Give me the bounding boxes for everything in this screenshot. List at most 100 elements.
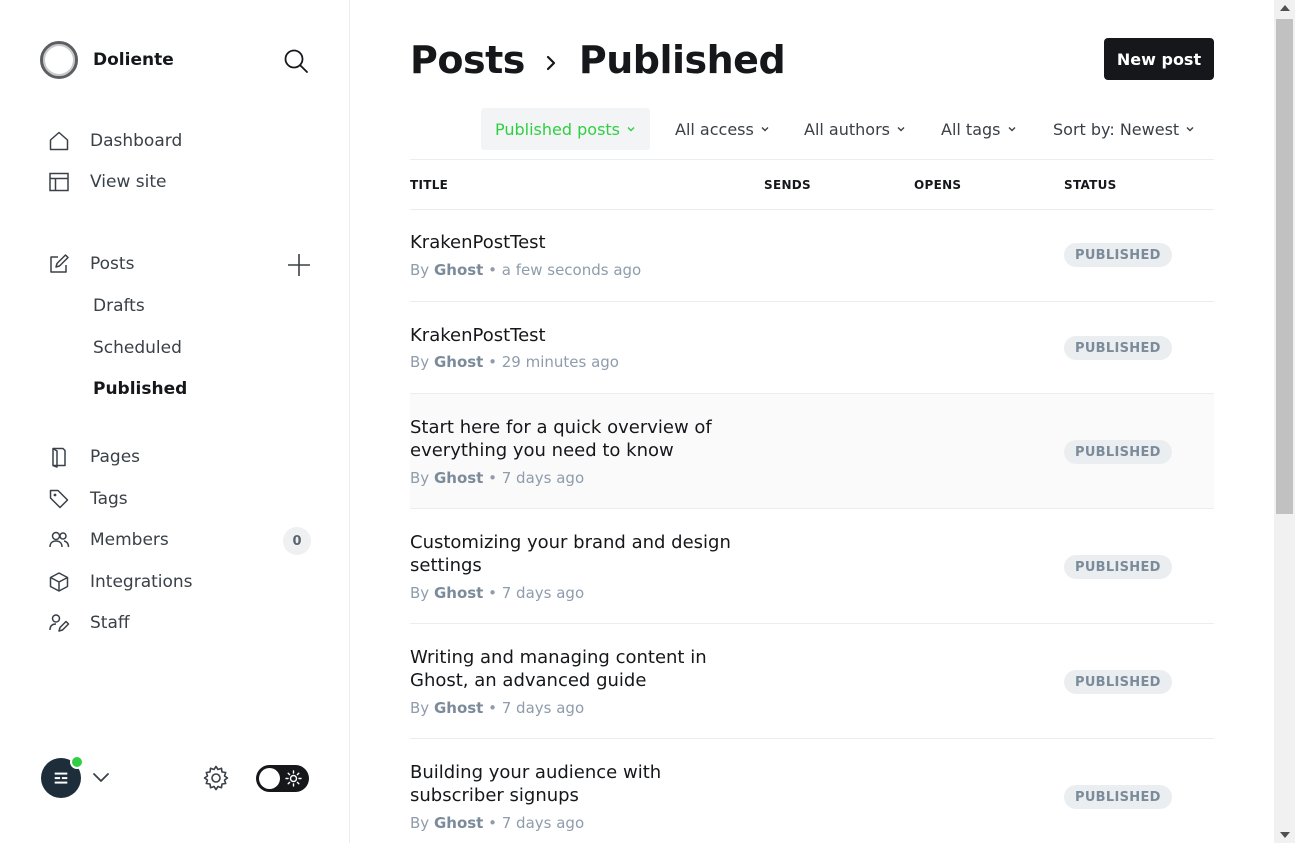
theme-toggle[interactable] [256,765,309,792]
column-header-opens: OPENS [914,178,962,192]
sun-icon [285,770,302,787]
post-author: Ghost [433,261,484,279]
sidebar: Doliente Dashboard View site Posts Draft… [0,0,350,843]
sidebar-item-dashboard[interactable]: Dashboard [46,126,182,156]
filter-label: All tags [941,119,1001,139]
page-title: Posts Published [410,38,786,82]
tag-icon [46,486,72,512]
post-title: Customizing your brand and design settin… [410,532,731,576]
status-badge: PUBLISHED [1064,785,1172,809]
table-row[interactable]: KrakenPostTest By Ghost • 29 minutes ago… [410,302,1214,393]
post-time: 7 days ago [501,699,585,717]
home-icon [46,128,72,154]
filter-label: Sort by: Newest [1053,119,1180,139]
filter-access[interactable]: All access [675,108,770,150]
chevron-down-icon [1186,127,1194,132]
brand[interactable]: Doliente [40,41,174,79]
gear-icon[interactable] [202,764,230,792]
breadcrumb-posts[interactable]: Posts [410,38,525,82]
toggle-knob [259,768,280,789]
post-title: Building your audience with subscriber s… [410,762,662,806]
post-time: 29 minutes ago [501,353,619,371]
filter-post-type[interactable]: Published posts [481,108,651,150]
post-meta: By Ghost • 29 minutes ago [410,353,619,371]
sidebar-item-label: Members [90,530,169,550]
filter-tags[interactable]: All tags [941,108,1017,150]
sidebar-item-tags[interactable]: Tags [46,484,128,514]
sidebar-item-pages[interactable]: Pages [46,442,140,472]
table-row[interactable]: Customizing your brand and design settin… [410,509,1214,623]
new-post-button[interactable]: New post [1104,38,1214,80]
post-author: Ghost [433,814,484,832]
status-badge: PUBLISHED [1064,555,1172,579]
filter-label: Published posts [495,119,621,139]
search-icon[interactable] [282,47,310,75]
sidebar-item-view-site[interactable]: View site [46,167,166,197]
chevron-down-icon[interactable] [91,768,111,788]
post-title: Start here for a quick overview of every… [410,417,712,461]
post-meta: By Ghost • 7 days ago [410,469,585,487]
status-badge: PUBLISHED [1064,243,1172,267]
scrollbar[interactable] [1274,0,1295,843]
sidebar-item-label: Posts [90,254,135,274]
filter-label: All authors [804,119,890,139]
post-time: a few seconds ago [501,261,642,279]
divider [410,159,1214,160]
post-by: By [410,584,430,602]
post-author: Ghost [433,699,484,717]
sidebar-item-label: View site [90,172,167,192]
post-by: By [410,353,430,371]
post-meta: By Ghost • 7 days ago [410,814,585,832]
sidebar-item-label: Dashboard [90,131,183,151]
scrollbar-thumb[interactable] [1276,19,1293,514]
post-by: By [410,261,430,279]
post-by: By [410,814,430,832]
filter-sort[interactable]: Sort by: Newest [1053,108,1195,150]
chevron-down-icon [761,127,769,132]
sidebar-item-drafts[interactable]: Drafts [93,294,145,318]
column-header-sends: SENDS [764,178,811,192]
post-title: KrakenPostTest [410,232,546,253]
sidebar-item-integrations[interactable]: Integrations [46,567,193,597]
ghost-logo-icon [54,772,68,784]
table-row[interactable]: Building your audience with subscriber s… [410,739,1214,843]
post-by: By [410,699,430,717]
edit-icon [46,251,72,277]
post-time: 7 days ago [501,814,585,832]
breadcrumb-published: Published [578,38,786,82]
table-row[interactable]: Writing and managing content in Ghost, a… [410,624,1214,738]
post-author: Ghost [433,353,484,371]
user-avatar[interactable] [41,755,84,798]
filter-label: All access [675,119,754,139]
post-title: Writing and managing content in Ghost, a… [410,647,707,691]
status-badge: PUBLISHED [1064,336,1172,360]
sidebar-item-scheduled[interactable]: Scheduled [93,336,182,360]
table-row[interactable]: Start here for a quick overview of every… [410,394,1214,508]
online-status-dot [70,755,84,769]
post-author: Ghost [433,584,484,602]
sidebar-item-members[interactable]: Members [46,525,169,555]
sidebar-item-posts[interactable]: Posts [46,249,134,279]
post-time: 7 days ago [501,584,585,602]
staff-icon [46,610,72,636]
table-row[interactable]: KrakenPostTest By Ghost • a few seconds … [410,210,1214,301]
add-post-plus-icon[interactable] [286,252,312,278]
scroll-down-arrow-icon[interactable] [1280,832,1290,838]
status-badge: PUBLISHED [1064,670,1172,694]
members-icon [46,527,72,553]
filter-authors[interactable]: All authors [804,108,906,150]
sidebar-item-published[interactable]: Published [93,377,187,401]
chevron-down-icon [1008,127,1015,132]
post-title: KrakenPostTest [410,325,546,346]
column-header-title: TITLE [410,178,449,192]
sidebar-item-label: Tags [90,489,128,509]
scroll-up-arrow-icon[interactable] [1280,5,1290,11]
chevron-right-icon [546,55,555,71]
sidebar-item-label: Staff [90,613,130,633]
page-icon [46,444,72,470]
site-logo [40,41,78,79]
post-meta: By Ghost • 7 days ago [410,584,585,602]
sidebar-item-label: Pages [90,447,141,467]
members-count-badge: 0 [283,527,311,555]
sidebar-item-staff[interactable]: Staff [46,608,130,638]
